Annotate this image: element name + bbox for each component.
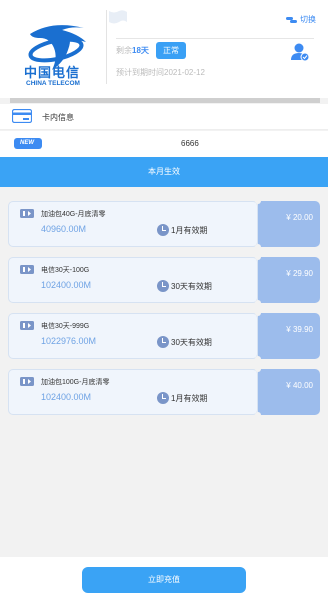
header: 中国电信 CHINA TELECOM 切换 剩余18天 正常 预计到期时间202…	[0, 0, 328, 98]
ticket-notch	[255, 244, 261, 250]
remain-prefix: 剩余	[116, 46, 132, 55]
package-name: 加油包40G-月底清零	[41, 211, 106, 218]
package-price-box: ¥ 39.90	[258, 313, 320, 359]
ticket-notch	[255, 310, 261, 316]
package-list: 加油包40G-月底清零 40960.00M 1月有效期 ¥ 20.00 电信30…	[0, 187, 328, 557]
footer: 立即充值	[0, 557, 328, 600]
remain-days: 剩余18天	[116, 45, 149, 56]
package-price-box: ¥ 40.00	[258, 369, 320, 415]
switch-icon	[286, 16, 297, 23]
package-validity-text: 1月有效期	[171, 225, 208, 235]
package-validity: 30天有效期	[157, 280, 212, 292]
tag-icon	[20, 377, 34, 386]
month-effective-tab[interactable]: 本月生效	[0, 157, 328, 187]
package-body: 电信30天-999G 1022976.00M 30天有效期	[8, 313, 258, 359]
header-line	[116, 38, 314, 39]
card-icon	[12, 109, 32, 123]
package-name: 加油包100G-月底清零	[41, 379, 110, 386]
package-validity: 1月有效期	[157, 224, 207, 236]
package-price-box: ¥ 29.90	[258, 257, 320, 303]
clock-icon	[157, 392, 169, 404]
number-row: NEW 6666	[0, 131, 328, 157]
clock-icon	[157, 336, 169, 348]
card-info-label: 卡内信息	[42, 113, 74, 122]
ticket-notch	[255, 356, 261, 362]
package-body: 电信30天-100G 102400.00M 30天有效期	[8, 257, 258, 303]
separator-bar	[10, 98, 320, 103]
package-validity-text: 1月有效期	[171, 393, 208, 403]
card-number: 6666	[181, 139, 199, 148]
package-item[interactable]: 电信30天-999G 1022976.00M 30天有效期 ¥ 39.90	[8, 310, 320, 362]
card-info-row[interactable]: 卡内信息	[0, 104, 328, 130]
package-size: 102400.00M	[41, 392, 92, 402]
ticket-notch	[255, 412, 261, 418]
package-body: 加油包100G-月底清零 102400.00M 1月有效期	[8, 369, 258, 415]
status-badge: 正常	[156, 42, 186, 59]
new-badge: NEW	[14, 138, 42, 149]
package-body: 加油包40G-月底清零 40960.00M 1月有效期	[8, 201, 258, 247]
recharge-button[interactable]: 立即充值	[82, 567, 246, 593]
remain-days-value: 18天	[132, 46, 149, 55]
ticket-notch	[255, 198, 261, 204]
package-price: ¥ 20.00	[286, 213, 313, 222]
brand-name-cn: 中国电信	[24, 65, 81, 80]
tag-icon	[20, 209, 34, 218]
ticket-notch	[255, 300, 261, 306]
package-size: 102400.00M	[41, 280, 92, 290]
package-size: 40960.00M	[41, 224, 87, 234]
flag-icon	[109, 10, 127, 24]
package-size: 1022976.00M	[41, 336, 97, 346]
tag-icon	[20, 321, 34, 330]
tag-icon	[20, 265, 34, 274]
package-name: 电信30天-999G	[41, 323, 90, 330]
package-item[interactable]: 加油包100G-月底清零 102400.00M 1月有效期 ¥ 40.00	[8, 366, 320, 418]
package-price: ¥ 39.90	[286, 325, 313, 334]
expire-date: 预计到期时间2021-02-12	[116, 68, 205, 77]
package-price: ¥ 40.00	[286, 381, 313, 390]
package-item[interactable]: 加油包40G-月底清零 40960.00M 1月有效期 ¥ 20.00	[8, 198, 320, 250]
package-item[interactable]: 电信30天-100G 102400.00M 30天有效期 ¥ 29.90	[8, 254, 320, 306]
clock-icon	[157, 280, 169, 292]
package-validity-text: 30天有效期	[171, 337, 212, 347]
ticket-notch	[255, 254, 261, 260]
header-divider	[106, 10, 107, 84]
package-validity: 30天有效期	[157, 336, 212, 348]
package-validity-text: 30天有效期	[171, 281, 212, 291]
package-validity: 1月有效期	[157, 392, 207, 404]
ticket-notch	[255, 366, 261, 372]
clock-icon	[157, 224, 169, 236]
package-name: 电信30天-100G	[41, 267, 90, 274]
package-price: ¥ 29.90	[286, 269, 313, 278]
package-price-box: ¥ 20.00	[258, 201, 320, 247]
switch-button[interactable]: 切换	[286, 14, 316, 25]
brand-name-en: CHINA TELECOM	[26, 80, 80, 87]
user-verified-icon[interactable]	[290, 42, 310, 62]
switch-label: 切换	[300, 15, 316, 24]
